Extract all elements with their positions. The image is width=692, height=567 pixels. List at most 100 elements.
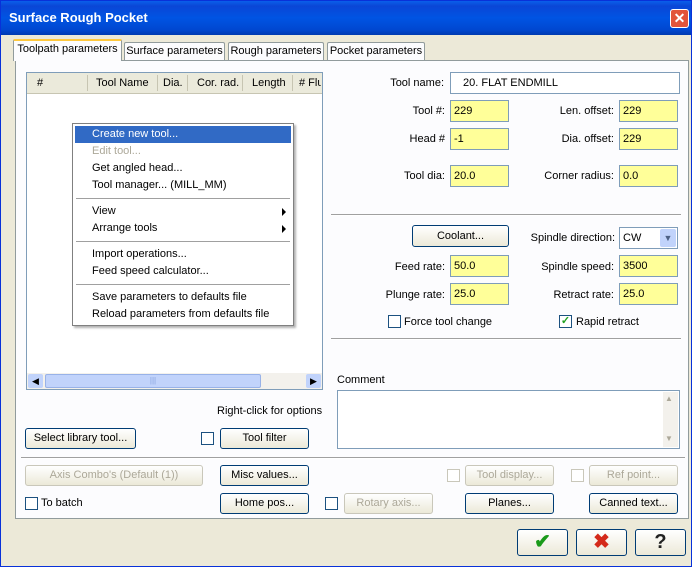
spindle-speed-field[interactable]: 3500	[619, 255, 678, 277]
comment-textarea[interactable]: ▲ ▼	[337, 390, 680, 449]
column-header-tool-name[interactable]: Tool Name	[96, 77, 149, 89]
checkmark-icon: ✔	[534, 531, 551, 553]
axis-combo-button[interactable]: Axis Combo's (Default (1))	[25, 465, 203, 486]
scroll-left-button[interactable]: ◀	[28, 374, 43, 388]
column-header-flutes[interactable]: # Flu	[299, 77, 321, 89]
misc-values-button[interactable]: Misc values...	[220, 465, 309, 486]
menu-item-arrange-tools[interactable]: Arrange tools	[75, 220, 291, 237]
tool-name-field[interactable]: 20. FLAT ENDMILL	[450, 72, 680, 94]
canned-text-button[interactable]: Canned text...	[589, 493, 678, 514]
select-library-tool-button[interactable]: Select library tool...	[25, 428, 136, 449]
column-header-length[interactable]: Length	[252, 77, 286, 89]
spindle-direction-select[interactable]: CW ▼	[619, 227, 678, 249]
rotary-axis-button[interactable]: Rotary axis...	[344, 493, 433, 514]
menu-item-feed-speed-calculator[interactable]: Feed speed calculator...	[75, 263, 291, 280]
ref-point-checkbox[interactable]	[571, 469, 584, 482]
menu-item-import-operations[interactable]: Import operations...	[75, 246, 291, 263]
rapid-retract-label: Rapid retract	[576, 316, 639, 328]
menu-item-get-angled-head[interactable]: Get angled head...	[75, 160, 291, 177]
menu-item-label: View	[92, 205, 116, 217]
head-number-label: Head #	[409, 133, 445, 145]
column-header-number[interactable]: #	[37, 77, 43, 89]
coolant-button[interactable]: Coolant...	[412, 225, 509, 247]
menu-separator	[76, 198, 290, 199]
length-offset-label: Len. offset:	[559, 105, 614, 117]
tool-display-checkbox[interactable]	[447, 469, 460, 482]
chevron-right-icon: ▶	[310, 376, 317, 386]
tool-filter-button[interactable]: Tool filter	[220, 428, 309, 449]
submenu-arrow-icon	[282, 225, 286, 233]
window-title: Surface Rough Pocket	[9, 10, 148, 25]
divider	[331, 214, 681, 216]
force-tool-change-label: Force tool change	[404, 316, 493, 328]
home-pos-button[interactable]: Home pos...	[220, 493, 309, 514]
column-divider	[87, 75, 88, 91]
close-icon: ✕	[673, 10, 686, 26]
spindle-direction-label: Spindle direction:	[530, 232, 615, 244]
horizontal-scrollbar[interactable]: ◀ ||| ▶	[27, 373, 322, 389]
checkmark-icon: ✓	[560, 315, 571, 327]
corner-radius-label: Corner radius:	[544, 170, 614, 182]
corner-radius-field[interactable]: 0.0	[619, 165, 678, 187]
scroll-right-button[interactable]: ▶	[306, 374, 321, 388]
scroll-thumb[interactable]: |||	[45, 374, 261, 388]
dialog-window: Surface Rough Pocket ✕ Toolpath paramete…	[0, 0, 692, 567]
scroll-up-icon[interactable]: ▲	[665, 394, 673, 403]
head-number-field[interactable]: -1	[450, 128, 509, 150]
menu-item-label: Arrange tools	[92, 222, 158, 234]
column-header-cor-rad[interactable]: Cor. rad.	[197, 77, 239, 89]
tool-number-field[interactable]: 229	[450, 100, 509, 122]
ref-point-button[interactable]: Ref point...	[589, 465, 678, 486]
rapid-retract-checkbox[interactable]: ✓	[559, 315, 572, 328]
planes-button[interactable]: Planes...	[465, 493, 554, 514]
cancel-button[interactable]: ✖	[576, 529, 627, 556]
tab-surface-parameters[interactable]: Surface parameters	[124, 42, 225, 60]
ok-button[interactable]: ✔	[517, 529, 568, 556]
rotary-axis-checkbox[interactable]	[325, 497, 338, 510]
force-tool-change-checkbox[interactable]	[388, 315, 401, 328]
comment-scrollbar[interactable]: ▲ ▼	[663, 392, 678, 447]
menu-item-detail: (MILL_MM)	[170, 179, 227, 191]
diameter-offset-field[interactable]: 229	[619, 128, 678, 150]
tool-filter-checkbox[interactable]	[201, 432, 214, 445]
menu-item-tool-manager[interactable]: Tool manager... (MILL_MM)	[75, 177, 291, 194]
feed-rate-field[interactable]: 50.0	[450, 255, 509, 277]
plunge-rate-field[interactable]: 25.0	[450, 283, 509, 305]
divider	[21, 457, 685, 459]
retract-rate-label: Retract rate:	[553, 289, 614, 301]
menu-item-edit-tool[interactable]: Edit tool...	[75, 143, 291, 160]
menu-item-reload-parameters[interactable]: Reload parameters from defaults file	[75, 306, 291, 323]
menu-item-create-new-tool[interactable]: Create new tool...	[75, 126, 291, 143]
question-icon: ?	[654, 531, 667, 553]
tool-diameter-label: Tool dia:	[404, 170, 445, 182]
to-batch-checkbox[interactable]	[25, 497, 38, 510]
tool-number-label: Tool #:	[412, 105, 445, 117]
comment-label: Comment	[337, 374, 385, 386]
length-offset-field[interactable]: 229	[619, 100, 678, 122]
column-divider	[292, 75, 293, 91]
menu-item-view[interactable]: View	[75, 203, 291, 220]
scroll-down-icon[interactable]: ▼	[665, 434, 673, 443]
feed-rate-label: Feed rate:	[394, 261, 445, 273]
spindle-speed-label: Spindle speed:	[541, 261, 614, 273]
column-header-dia[interactable]: Dia.	[163, 77, 183, 89]
tab-toolpath-parameters[interactable]: Toolpath parameters	[13, 39, 122, 61]
close-button[interactable]: ✕	[670, 9, 689, 28]
tool-list-header: # Tool Name Dia. Cor. rad. Length # Flu	[27, 73, 322, 94]
right-click-hint: Right-click for options	[217, 405, 323, 417]
tool-diameter-field[interactable]: 20.0	[450, 165, 509, 187]
spindle-direction-value: CW	[623, 232, 642, 244]
tab-pocket-parameters[interactable]: Pocket parameters	[327, 42, 425, 60]
diameter-offset-label: Dia. offset:	[561, 133, 614, 145]
retract-rate-field[interactable]: 25.0	[619, 283, 678, 305]
title-bar[interactable]: Surface Rough Pocket ✕	[1, 1, 691, 35]
menu-item-save-parameters[interactable]: Save parameters to defaults file	[75, 289, 291, 306]
tab-rough-parameters[interactable]: Rough parameters	[228, 42, 324, 60]
plunge-rate-label: Plunge rate:	[385, 289, 445, 301]
tool-display-button[interactable]: Tool display...	[465, 465, 554, 486]
x-icon: ✖	[593, 531, 610, 553]
tool-name-label: Tool name:	[390, 77, 444, 89]
help-button[interactable]: ?	[635, 529, 686, 556]
divider	[331, 338, 681, 340]
chevron-down-icon[interactable]: ▼	[660, 229, 676, 247]
